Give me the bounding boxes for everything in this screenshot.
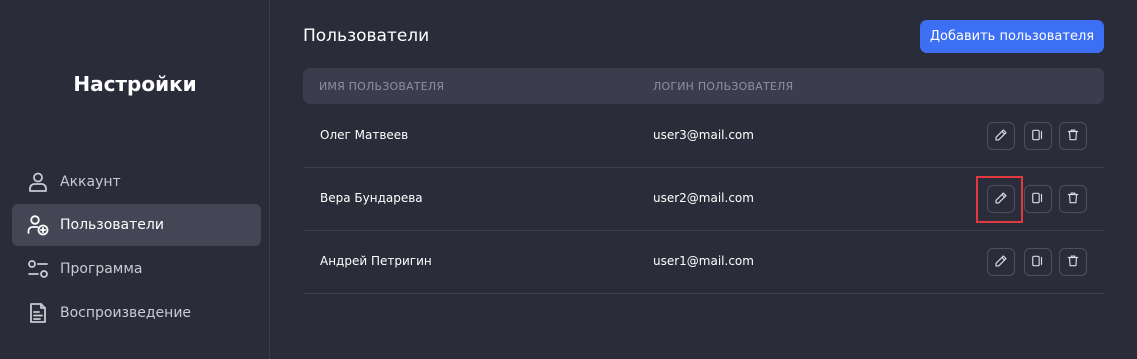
trash-icon — [1066, 127, 1080, 146]
pencil-icon — [994, 190, 1008, 209]
delete-button[interactable] — [1059, 185, 1087, 213]
settings-sliders-icon — [24, 255, 52, 283]
copy-icon — [1031, 190, 1045, 209]
edit-button[interactable] — [987, 122, 1015, 150]
edit-button[interactable] — [987, 185, 1015, 213]
sidebar-item-label: Программа — [60, 261, 143, 277]
user-login-cell: user1@mail.com — [653, 254, 754, 268]
copy-button[interactable] — [1024, 122, 1052, 150]
delete-button[interactable] — [1059, 248, 1087, 276]
document-icon — [24, 299, 52, 327]
sidebar-item-label: Пользователи — [60, 217, 164, 233]
column-header-username: ИМЯ ПОЛЬЗОВАТЕЛЯ — [319, 80, 445, 93]
table-row: Олег Матвеев user3@mail.com — [303, 105, 1104, 168]
sidebar-item-users[interactable]: Пользователи — [12, 204, 261, 246]
sidebar-item-label: Воспроизведение — [60, 305, 192, 321]
trash-icon — [1066, 190, 1080, 209]
copy-button[interactable] — [1024, 185, 1052, 213]
sidebar-item-label: Аккаунт — [60, 174, 121, 190]
user-add-icon — [24, 211, 52, 239]
pencil-icon — [994, 127, 1008, 146]
column-header-login: ЛОГИН ПОЛЬЗОВАТЕЛЯ — [653, 80, 794, 93]
user-name-cell: Андрей Петригин — [320, 254, 432, 268]
edit-button[interactable] — [987, 248, 1015, 276]
sidebar-item-playback[interactable]: Воспроизведение — [12, 292, 261, 334]
user-name-cell: Вера Бундарева — [320, 191, 423, 205]
trash-icon — [1066, 253, 1080, 272]
page-title: Пользователи — [303, 26, 430, 46]
table-row: Андрей Петригин user1@mail.com — [303, 231, 1104, 294]
user-name-cell: Олег Матвеев — [320, 128, 409, 142]
pencil-icon — [994, 253, 1008, 272]
delete-button[interactable] — [1059, 122, 1087, 150]
table-row: Вера Бундарева user2@mail.com — [303, 168, 1104, 231]
sidebar: Настройки Аккаунт Пользователи Программа… — [0, 0, 270, 359]
sidebar-item-program[interactable]: Программа — [12, 248, 261, 290]
copy-icon — [1031, 253, 1045, 272]
copy-icon — [1031, 127, 1045, 146]
user-icon — [24, 168, 52, 196]
user-login-cell: user2@mail.com — [653, 191, 754, 205]
sidebar-title: Настройки — [73, 72, 197, 96]
add-user-button[interactable]: Добавить пользователя — [920, 20, 1104, 53]
table-header: ИМЯ ПОЛЬЗОВАТЕЛЯ ЛОГИН ПОЛЬЗОВАТЕЛЯ — [303, 68, 1104, 104]
copy-button[interactable] — [1024, 248, 1052, 276]
user-login-cell: user3@mail.com — [653, 128, 754, 142]
sidebar-item-account[interactable]: Аккаунт — [12, 161, 261, 203]
